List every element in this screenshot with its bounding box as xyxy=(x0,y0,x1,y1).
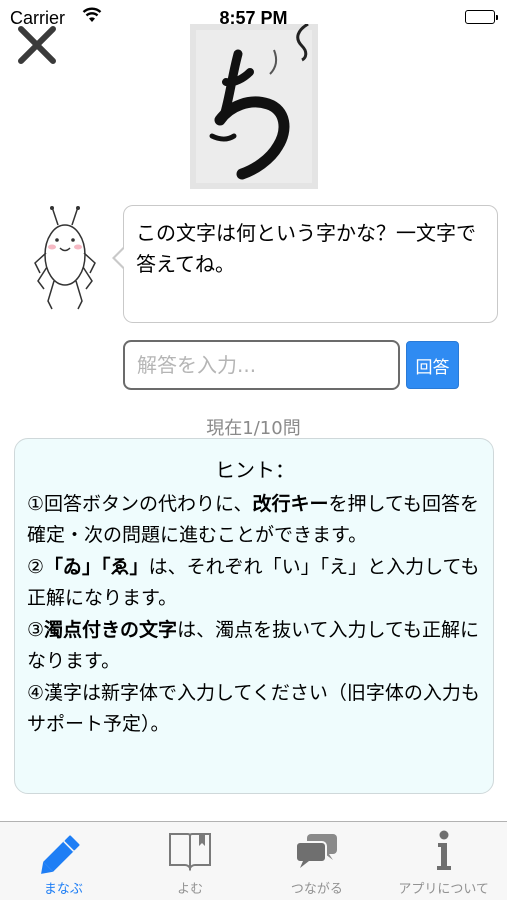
tab-about-app[interactable]: アプリについて xyxy=(380,822,507,900)
battery-icon xyxy=(465,10,498,24)
question-prompt: この文字は何という字かな？一文字で答えてね。 xyxy=(136,221,476,276)
chat-bubbles-icon xyxy=(254,828,381,874)
hint-item: ①回答ボタンの代わりに、改行キーを押しても回答を確定・次の問題に進むことができま… xyxy=(27,492,479,547)
close-icon[interactable] xyxy=(16,24,58,66)
tab-yomu[interactable]: よむ xyxy=(127,822,254,900)
tab-bar: まなぶ よむ つながる アプリについて xyxy=(0,821,507,900)
pencil-icon xyxy=(0,828,127,874)
answer-button[interactable]: 回答 xyxy=(406,341,459,389)
hint-item: ④漢字は新字体で入力してください（旧字体の入力もサポート予定）。 xyxy=(27,681,480,736)
tab-label: アプリについて xyxy=(398,882,489,897)
question-progress: 現在1/10問 xyxy=(206,418,301,439)
calligraphy-character-image xyxy=(190,22,318,189)
answer-input[interactable] xyxy=(123,340,400,390)
tab-label: まなぶ xyxy=(43,882,83,897)
hint-box: ヒント： ①回答ボタンの代わりに、改行キーを押しても回答を確定・次の問題に進むこ… xyxy=(14,438,494,794)
tab-label: つながる xyxy=(290,882,343,897)
book-icon xyxy=(127,828,254,874)
tab-tsunagaru[interactable]: つながる xyxy=(254,822,381,900)
info-icon xyxy=(380,828,507,874)
hint-item: ③濁点付きの文字は、濁点を抜いて入力しても正解になります。 xyxy=(27,618,479,673)
mascot-character xyxy=(30,205,102,315)
close-button[interactable] xyxy=(16,24,58,66)
tab-manabu[interactable]: まなぶ xyxy=(0,822,127,900)
hint-title: ヒント： xyxy=(215,458,295,482)
hint-item: ②「ゐ」「ゑ」は、それぞれ「い」「え」と入力しても正解になります。 xyxy=(27,555,480,610)
speech-bubble: この文字は何という字かな？一文字で答えてね。 xyxy=(112,205,498,323)
tab-label: よむ xyxy=(177,882,204,897)
